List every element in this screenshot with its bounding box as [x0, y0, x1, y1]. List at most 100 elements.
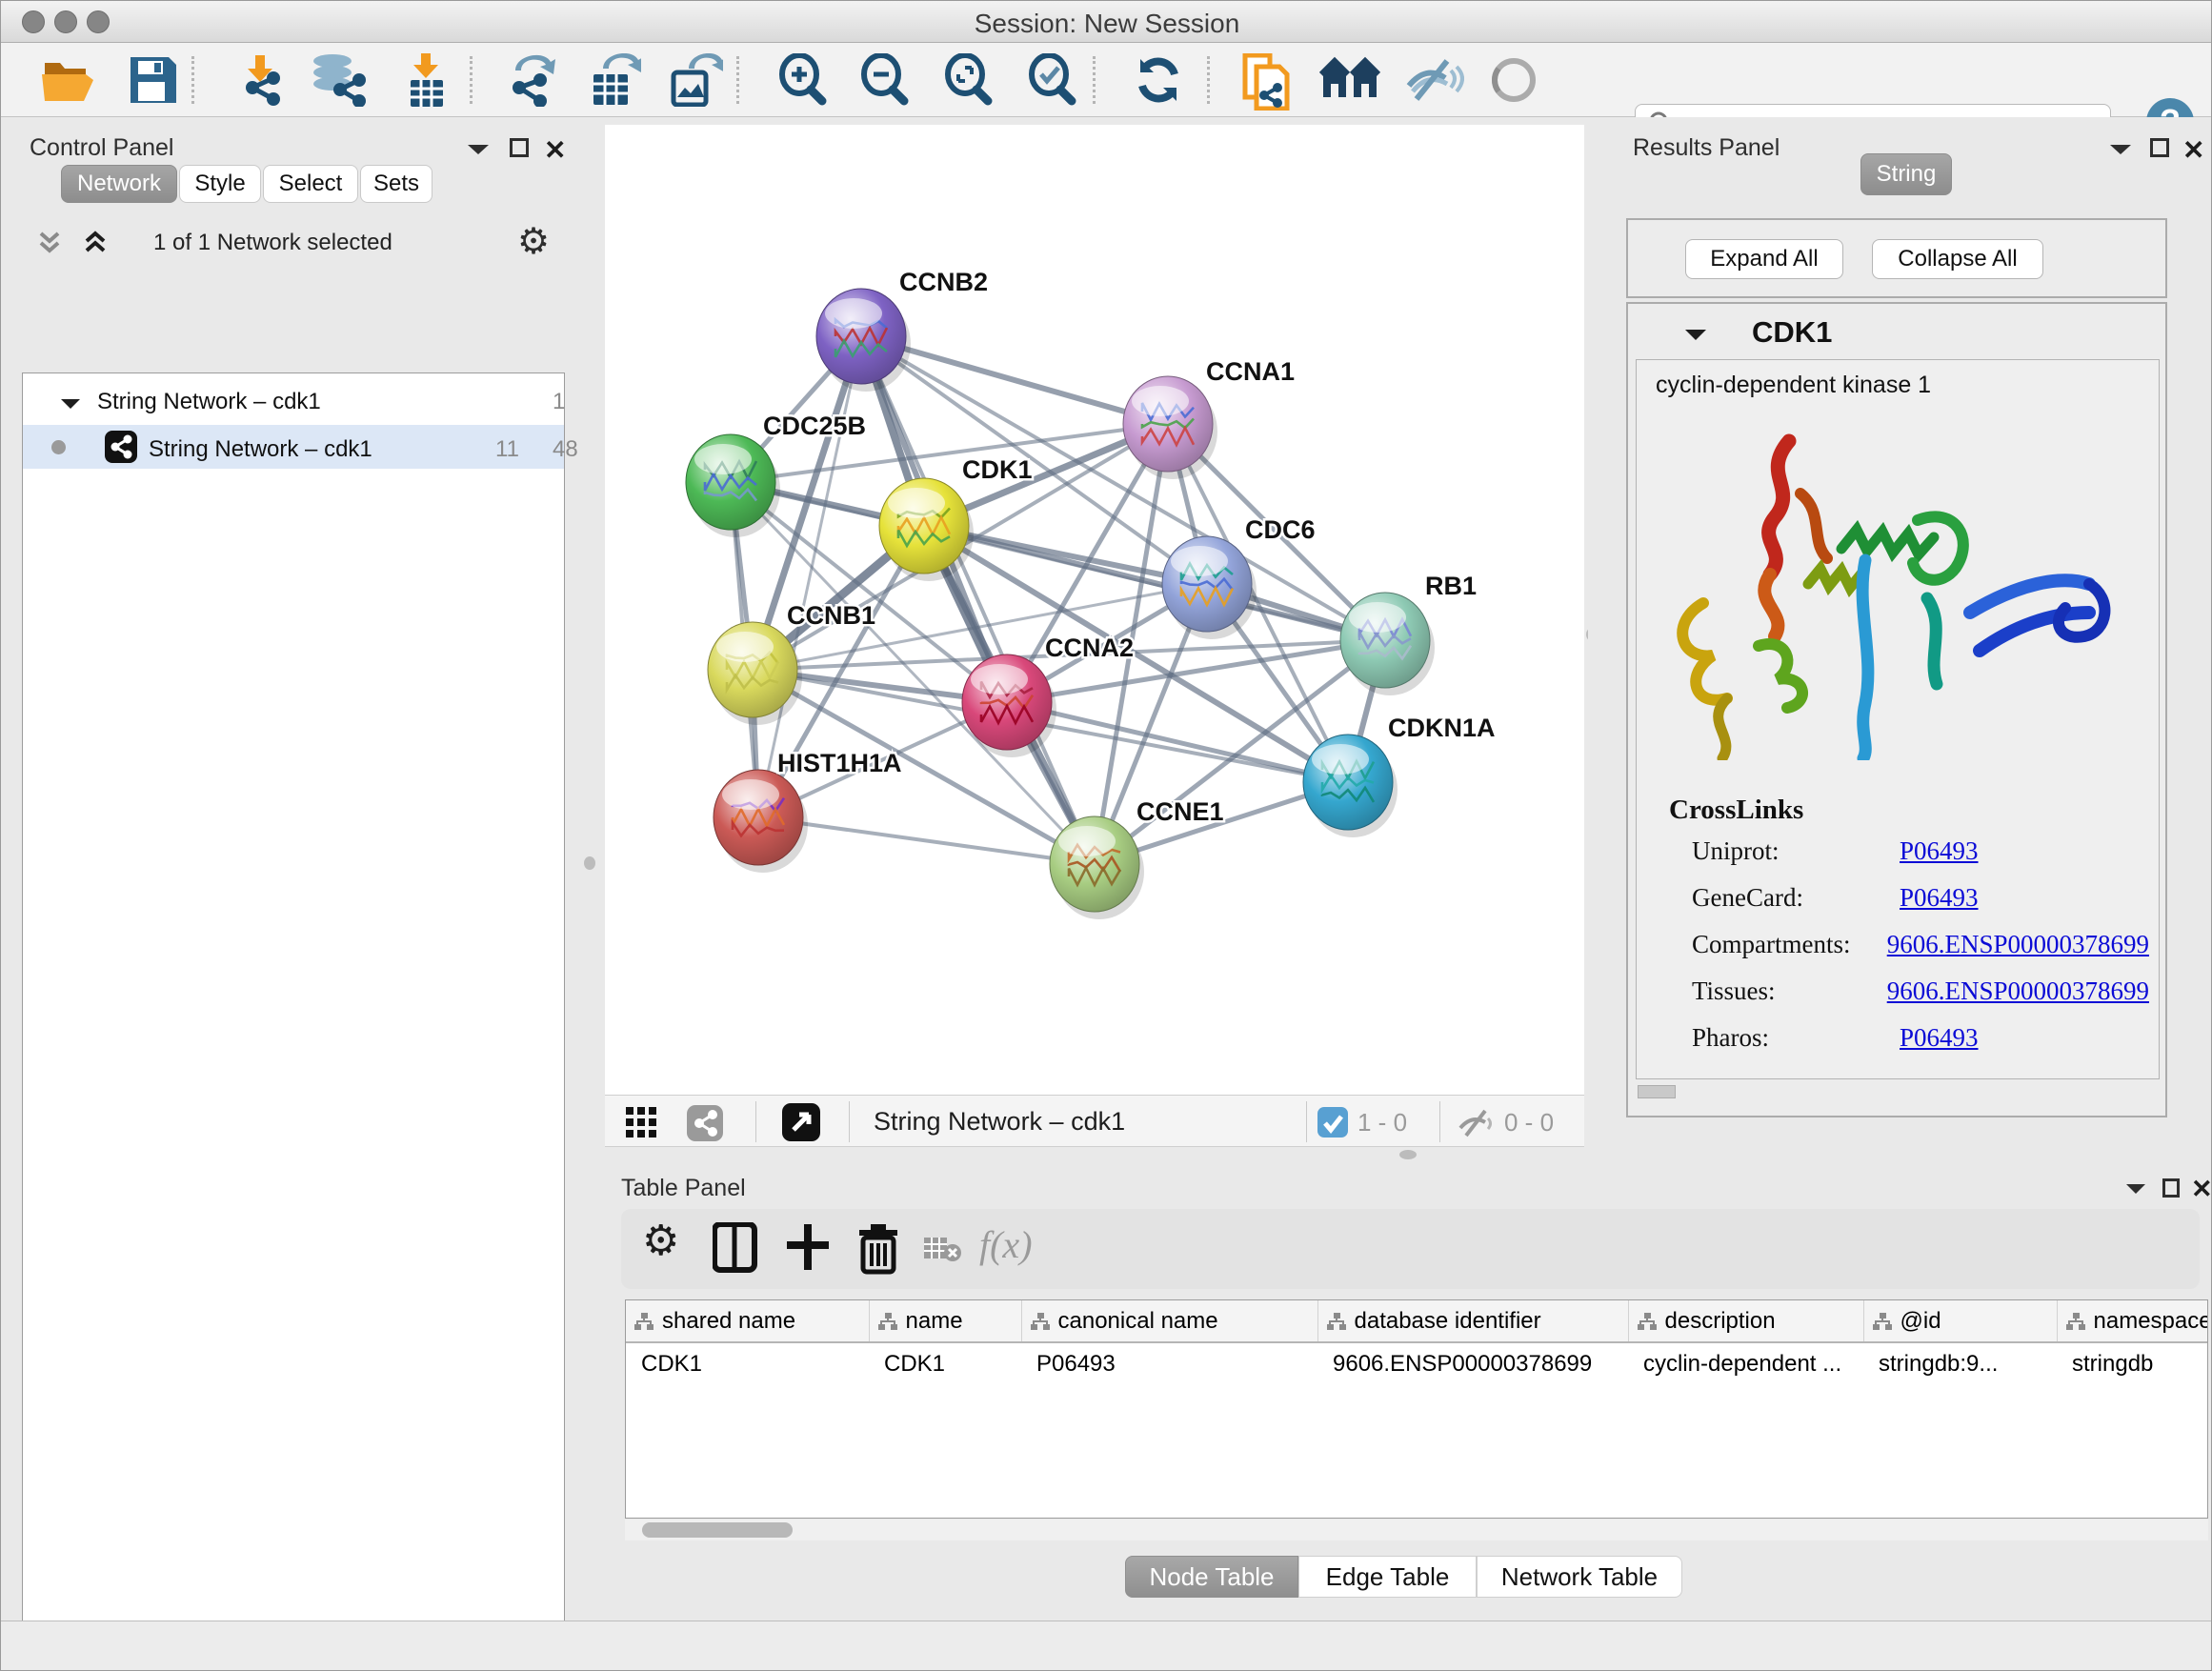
collapse-all-button[interactable]: Collapse All	[1872, 239, 2043, 279]
table-cell[interactable]: 9606.ENSP00000378699	[1317, 1342, 1628, 1384]
selected-checkbox-icon[interactable]	[1317, 1107, 1348, 1137]
column-header-description[interactable]: description	[1628, 1300, 1863, 1342]
network-node-CCNB1[interactable]: CCNB1	[708, 601, 875, 725]
import-network-database-icon[interactable]	[308, 53, 365, 107]
section-collapse-icon[interactable]	[1683, 327, 1708, 344]
show-all-icon[interactable]	[1485, 53, 1542, 107]
network-node-CCNE1[interactable]: CCNE1	[1050, 797, 1224, 919]
tab-node-table[interactable]: Node Table	[1125, 1556, 1298, 1598]
network-node-CDKN1A[interactable]: CDKN1A	[1303, 714, 1496, 837]
crosslink-value-link[interactable]: P06493	[1900, 883, 1979, 913]
collapse-all-networks-icon[interactable]	[35, 228, 64, 261]
copy-network-icon[interactable]	[1236, 53, 1293, 107]
left-splitter-handle[interactable]	[584, 856, 595, 870]
network-list: String Network – cdk1 1 String Network –…	[22, 372, 565, 1671]
export-image-icon[interactable]	[662, 53, 719, 107]
network-edge[interactable]	[758, 336, 861, 817]
table-cell[interactable]: CDK1	[869, 1342, 1021, 1384]
results-actions-box: Expand All Collapse All	[1626, 218, 2167, 298]
node-label: CCNA1	[1206, 357, 1295, 386]
float-panel-icon[interactable]	[2162, 1178, 2180, 1198]
import-network-file-icon[interactable]	[231, 53, 289, 107]
crosslink-value-link[interactable]: P06493	[1900, 1023, 1979, 1053]
panel-dropdown-icon[interactable]	[2124, 1182, 2147, 1201]
control-panel-title: Control Panel	[30, 134, 173, 162]
tab-sets[interactable]: Sets	[360, 165, 432, 203]
save-session-icon[interactable]	[123, 53, 180, 107]
add-column-icon[interactable]	[785, 1222, 838, 1276]
import-table-icon[interactable]	[397, 53, 454, 107]
table-settings-gear-icon[interactable]: ⚙	[642, 1217, 695, 1270]
table-cell[interactable]: stringdb:9...	[1863, 1342, 2057, 1384]
float-panel-icon[interactable]	[510, 138, 529, 157]
network-canvas[interactable]: CCNB2CCNA1CDC25BCDK1CDC6RB1CCNB1CCNA2CDK…	[605, 125, 1584, 1095]
panel-dropdown-icon[interactable]	[466, 142, 491, 162]
tab-network-table[interactable]: Network Table	[1477, 1556, 1682, 1598]
expand-all-button[interactable]: Expand All	[1685, 239, 1843, 279]
zoom-out-icon[interactable]	[856, 53, 914, 107]
table-cell[interactable]: CDK1	[626, 1342, 869, 1384]
results-hscroll-thumb[interactable]	[1638, 1085, 1676, 1098]
close-panel-icon[interactable]: ✕	[2191, 1175, 2212, 1204]
network-node-CCNB2[interactable]: CCNB2	[816, 268, 988, 392]
column-header--id[interactable]: @id	[1863, 1300, 2057, 1342]
network-node-CCNA1[interactable]: CCNA1	[1123, 357, 1295, 479]
zoom-in-icon[interactable]	[774, 53, 832, 107]
panel-dropdown-icon[interactable]	[2108, 142, 2133, 162]
crosslink-row: GeneCard:P06493	[1692, 883, 2149, 913]
table-cell[interactable]: stringdb	[2057, 1342, 2208, 1384]
column-header-canonical-name[interactable]: canonical name	[1021, 1300, 1317, 1342]
column-header-name[interactable]: name	[869, 1300, 1021, 1342]
crosslink-value-link[interactable]: 9606.ENSP00000378699	[1887, 930, 2149, 959]
table-hscrollbar[interactable]	[625, 1520, 2208, 1540]
node-label: CCNB2	[899, 268, 988, 296]
tab-select[interactable]: Select	[263, 165, 358, 203]
zoom-fit-icon[interactable]	[940, 53, 997, 107]
expand-all-networks-icon[interactable]	[81, 228, 110, 261]
export-network-icon[interactable]	[500, 53, 557, 107]
refresh-icon[interactable]	[1131, 53, 1188, 107]
node-label: CCNA2	[1045, 634, 1134, 662]
export-table-icon[interactable]	[580, 53, 637, 107]
tab-style[interactable]: Style	[179, 165, 261, 203]
float-panel-icon[interactable]	[2150, 138, 2169, 157]
horizontal-splitter-handle[interactable]	[1399, 1150, 1417, 1159]
grid-view-icon[interactable]	[626, 1107, 658, 1139]
zoom-selected-icon[interactable]	[1024, 53, 1081, 107]
table-hscroll-thumb[interactable]	[642, 1522, 793, 1538]
network-node-RB1[interactable]: RB1	[1340, 572, 1477, 695]
column-header-shared-name[interactable]: shared name	[626, 1300, 869, 1342]
protein-structure-image	[1637, 408, 2161, 760]
tab-string[interactable]: String	[1860, 153, 1952, 195]
close-panel-icon[interactable]: ✕	[2182, 134, 2204, 166]
network-edge[interactable]	[758, 817, 1095, 864]
tab-edge-table[interactable]: Edge Table	[1298, 1556, 1477, 1598]
node-label: CDKN1A	[1388, 714, 1496, 742]
table-row[interactable]: CDK1CDK1P064939606.ENSP00000378699cyclin…	[626, 1342, 2208, 1384]
first-neighbors-icon[interactable]	[1319, 53, 1377, 107]
crosslink-label: Tissues:	[1692, 976, 1887, 1006]
network-options-gear-icon[interactable]: ⚙	[517, 220, 550, 263]
collection-expand-icon[interactable]	[59, 396, 82, 412]
delete-column-icon[interactable]	[857, 1222, 911, 1276]
column-header-namespace[interactable]: namespace	[2057, 1300, 2208, 1342]
column-header-database-identifier[interactable]: database identifier	[1317, 1300, 1628, 1342]
close-panel-icon[interactable]: ✕	[544, 134, 566, 166]
network-node-HIST1H1A[interactable]: HIST1H1A	[714, 749, 902, 873]
network-node-CDC6[interactable]: CDC6	[1162, 515, 1316, 639]
network-collection-row[interactable]: String Network – cdk1 1	[23, 381, 564, 425]
table-cell[interactable]: P06493	[1021, 1342, 1317, 1384]
show-columns-icon[interactable]	[713, 1222, 766, 1276]
detach-view-icon[interactable]	[782, 1103, 820, 1141]
table-cell[interactable]: cyclin-dependent ...	[1628, 1342, 1863, 1384]
network-row-selected[interactable]: String Network – cdk1 11 48	[23, 425, 564, 469]
network-edge[interactable]	[861, 336, 1095, 864]
table-panel-title: Table Panel	[621, 1175, 746, 1202]
delete-table-icon	[924, 1236, 962, 1262]
crosslink-value-link[interactable]: 9606.ENSP00000378699	[1887, 976, 2149, 1006]
hide-selected-icon[interactable]	[1403, 53, 1460, 107]
open-session-icon[interactable]	[39, 53, 96, 107]
network-view-icon[interactable]	[687, 1105, 723, 1141]
tab-network[interactable]: Network	[61, 165, 177, 203]
crosslink-value-link[interactable]: P06493	[1900, 836, 1979, 866]
